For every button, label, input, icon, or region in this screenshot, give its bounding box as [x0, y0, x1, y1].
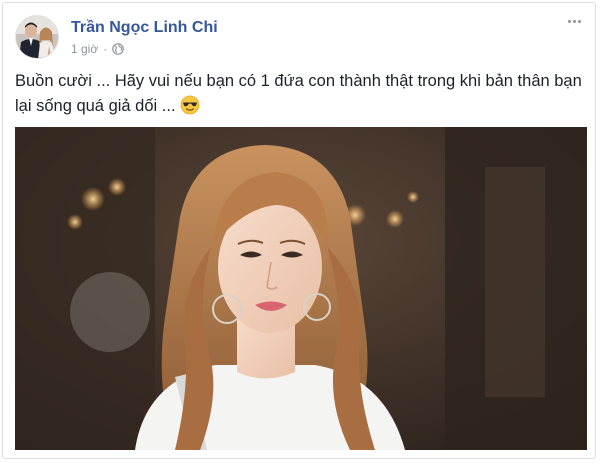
post-meta: 1 giờ · [71, 41, 125, 57]
more-options-icon[interactable] [563, 13, 585, 29]
globe-icon[interactable] [112, 43, 125, 55]
post-card: Trần Ngọc Linh Chi 1 giờ · Buồn cười ...… [2, 2, 596, 459]
author-avatar[interactable] [15, 15, 59, 59]
meta-separator: · [103, 42, 108, 56]
post-text-line-1: Buồn cười ... Hãy vui nếu bạn có 1 đứa c… [15, 72, 582, 90]
post-text-line-2: lại sống quá giả dối ... [15, 97, 176, 115]
options-dot [567, 19, 571, 23]
sunglasses-emoji-icon [180, 95, 200, 115]
post-message: Buồn cười ... Hãy vui nếu bạn có 1 đứa c… [15, 69, 589, 119]
author-name[interactable]: Trần Ngọc Linh Chi [71, 18, 218, 38]
options-dot [577, 19, 581, 23]
post-timestamp[interactable]: 1 giờ [71, 41, 98, 57]
post-photo[interactable] [15, 127, 587, 450]
options-dot [572, 19, 576, 23]
